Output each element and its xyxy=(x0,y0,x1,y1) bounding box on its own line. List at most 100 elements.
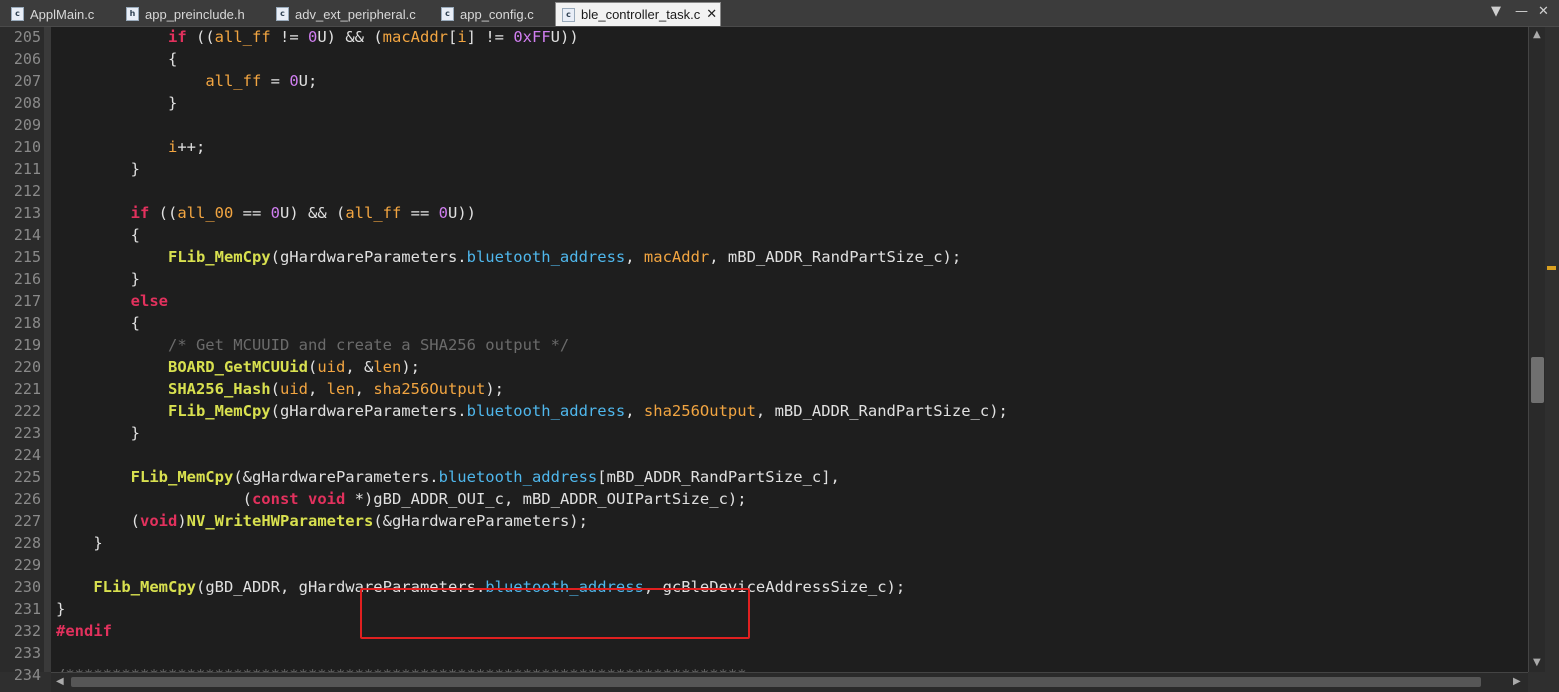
code-editor[interactable]: if ((all_ff != 0U) && (macAddr[i] != 0xF… xyxy=(51,27,1528,672)
code-token: *)gBD_ADDR_OUI_c, mBD_ADDR_OUIPartSize_c… xyxy=(345,490,747,508)
line-number: 228 xyxy=(13,534,41,552)
tab-adv-ext-peripheral-c[interactable]: c adv_ext_peripheral.c xyxy=(270,3,430,25)
code-token: macAddr xyxy=(382,28,448,46)
tab-list-dropdown-icon[interactable]: ▼ xyxy=(1491,4,1501,19)
fold-margin[interactable] xyxy=(44,27,51,672)
scroll-down-arrow-icon[interactable]: ▼ xyxy=(1533,657,1541,668)
code-line[interactable]: { xyxy=(56,312,140,334)
code-token: 0 xyxy=(307,28,318,46)
code-token: { xyxy=(56,226,140,244)
code-token: FLib_MemCpy xyxy=(167,402,271,420)
code-token: FLib_MemCpy xyxy=(130,468,234,486)
code-token: } xyxy=(56,600,66,618)
code-token: if xyxy=(130,204,150,222)
code-line[interactable]: } xyxy=(56,422,140,444)
code-token: ); xyxy=(401,358,420,376)
code-line[interactable]: else xyxy=(56,290,168,312)
overview-ruler[interactable] xyxy=(1545,27,1559,672)
highlight-annotation-box xyxy=(360,588,750,639)
file-icon: c xyxy=(11,7,24,21)
code-line[interactable]: FLib_MemCpy(gHardwareParameters.bluetoot… xyxy=(56,246,961,268)
tab-app-preinclude-h[interactable]: h app_preinclude.h xyxy=(120,3,266,25)
line-number: 218 xyxy=(13,314,41,332)
code-token: U)) xyxy=(448,204,476,222)
line-number: 211 xyxy=(13,160,41,178)
code-token: i xyxy=(457,28,467,46)
code-line[interactable]: } xyxy=(56,158,140,180)
code-line[interactable]: #endif xyxy=(56,620,112,642)
code-line[interactable]: /* Get MCUUID and create a SHA256 output… xyxy=(56,334,569,356)
code-line[interactable]: FLib_MemCpy(&gHardwareParameters.bluetoo… xyxy=(56,466,840,488)
code-token: , mBD_ADDR_RandPartSize_c); xyxy=(709,248,962,266)
file-icon: c xyxy=(276,7,289,21)
code-token: ( xyxy=(270,380,280,398)
code-token: ) xyxy=(177,512,187,530)
code-token: , xyxy=(625,248,644,266)
code-token: { xyxy=(56,314,140,332)
code-line[interactable]: SHA256_Hash(uid, len, sha256Output); xyxy=(56,378,504,400)
line-number: 224 xyxy=(13,446,41,464)
tab-close-icon[interactable]: ✕ xyxy=(706,7,717,22)
code-token: U) && ( xyxy=(280,204,346,222)
code-token: SHA256_Hash xyxy=(167,380,271,398)
tab-applmain-c[interactable]: c ApplMain.c xyxy=(5,3,117,25)
close-window-icon[interactable]: ✕ xyxy=(1538,4,1549,19)
code-token: 0xFF xyxy=(513,28,551,46)
scroll-up-arrow-icon[interactable]: ▲ xyxy=(1533,29,1541,40)
code-token: /* Get MCUUID and create a SHA256 output… xyxy=(167,336,570,354)
line-number: 232 xyxy=(13,622,41,640)
code-line[interactable]: } xyxy=(56,92,177,114)
code-token: = xyxy=(261,72,290,90)
code-token: FLib_MemCpy xyxy=(167,248,271,266)
horizontal-scroll-thumb[interactable] xyxy=(71,677,1481,687)
code-token: i xyxy=(167,138,178,156)
code-token: } xyxy=(56,160,140,178)
code-line[interactable]: FLib_MemCpy(gHardwareParameters.bluetoot… xyxy=(56,400,1008,422)
code-token: sha256Output xyxy=(373,380,486,398)
code-token: void xyxy=(307,490,346,508)
code-token: all_ff xyxy=(345,204,402,222)
code-line[interactable]: } xyxy=(56,598,65,620)
tab-app-config-c[interactable]: c app_config.c xyxy=(435,3,547,25)
line-number: 212 xyxy=(13,182,41,200)
code-token: all_ff xyxy=(214,28,271,46)
scroll-left-arrow-icon[interactable]: ◀ xyxy=(56,676,64,687)
tab-ble-controller-task-c[interactable]: c ble_controller_task.c ✕ xyxy=(555,2,721,26)
code-token: bluetooth_address xyxy=(466,402,626,420)
minimize-icon[interactable]: — xyxy=(1515,4,1528,19)
overview-marker[interactable] xyxy=(1547,266,1556,270)
code-line[interactable]: if ((all_ff != 0U) && (macAddr[i] != 0xF… xyxy=(56,27,579,48)
file-icon: h xyxy=(126,7,139,21)
code-line[interactable]: } xyxy=(56,532,102,554)
code-token: uid xyxy=(317,358,346,376)
code-token: sha256Output xyxy=(643,402,756,420)
code-line[interactable]: i++; xyxy=(56,136,205,158)
code-token: 0 xyxy=(289,72,299,90)
code-token: ] != xyxy=(466,28,514,46)
code-line[interactable]: (const void *)gBD_ADDR_OUI_c, mBD_ADDR_O… xyxy=(56,488,747,510)
code-line[interactable]: } xyxy=(56,268,140,290)
vertical-scrollbar[interactable]: ▲ ▼ xyxy=(1528,27,1546,672)
code-token: ++; xyxy=(177,138,206,156)
line-number: 206 xyxy=(13,50,41,68)
code-line[interactable]: (void)NV_WriteHWParameters(&gHardwarePar… xyxy=(56,510,588,532)
line-number: 220 xyxy=(13,358,41,376)
code-line[interactable]: all_ff = 0U; xyxy=(56,70,317,92)
code-line[interactable]: { xyxy=(56,48,177,70)
code-token: const xyxy=(251,490,299,508)
code-line[interactable]: { xyxy=(56,224,140,246)
code-line[interactable]: /***************************************… xyxy=(56,664,747,672)
horizontal-scrollbar[interactable]: ◀ ▶ xyxy=(51,672,1528,692)
code-token: } xyxy=(56,424,140,442)
code-line[interactable]: BOARD_GetMCUUid(uid, &len); xyxy=(56,356,420,378)
code-token: == xyxy=(233,204,271,222)
code-token: len xyxy=(326,380,355,398)
code-line[interactable]: if ((all_00 == 0U) && (all_ff == 0U)) xyxy=(56,202,476,224)
scroll-right-arrow-icon[interactable]: ▶ xyxy=(1513,676,1521,687)
line-number: 208 xyxy=(13,94,41,112)
code-token: } xyxy=(56,94,178,112)
vertical-scroll-thumb[interactable] xyxy=(1531,357,1544,403)
